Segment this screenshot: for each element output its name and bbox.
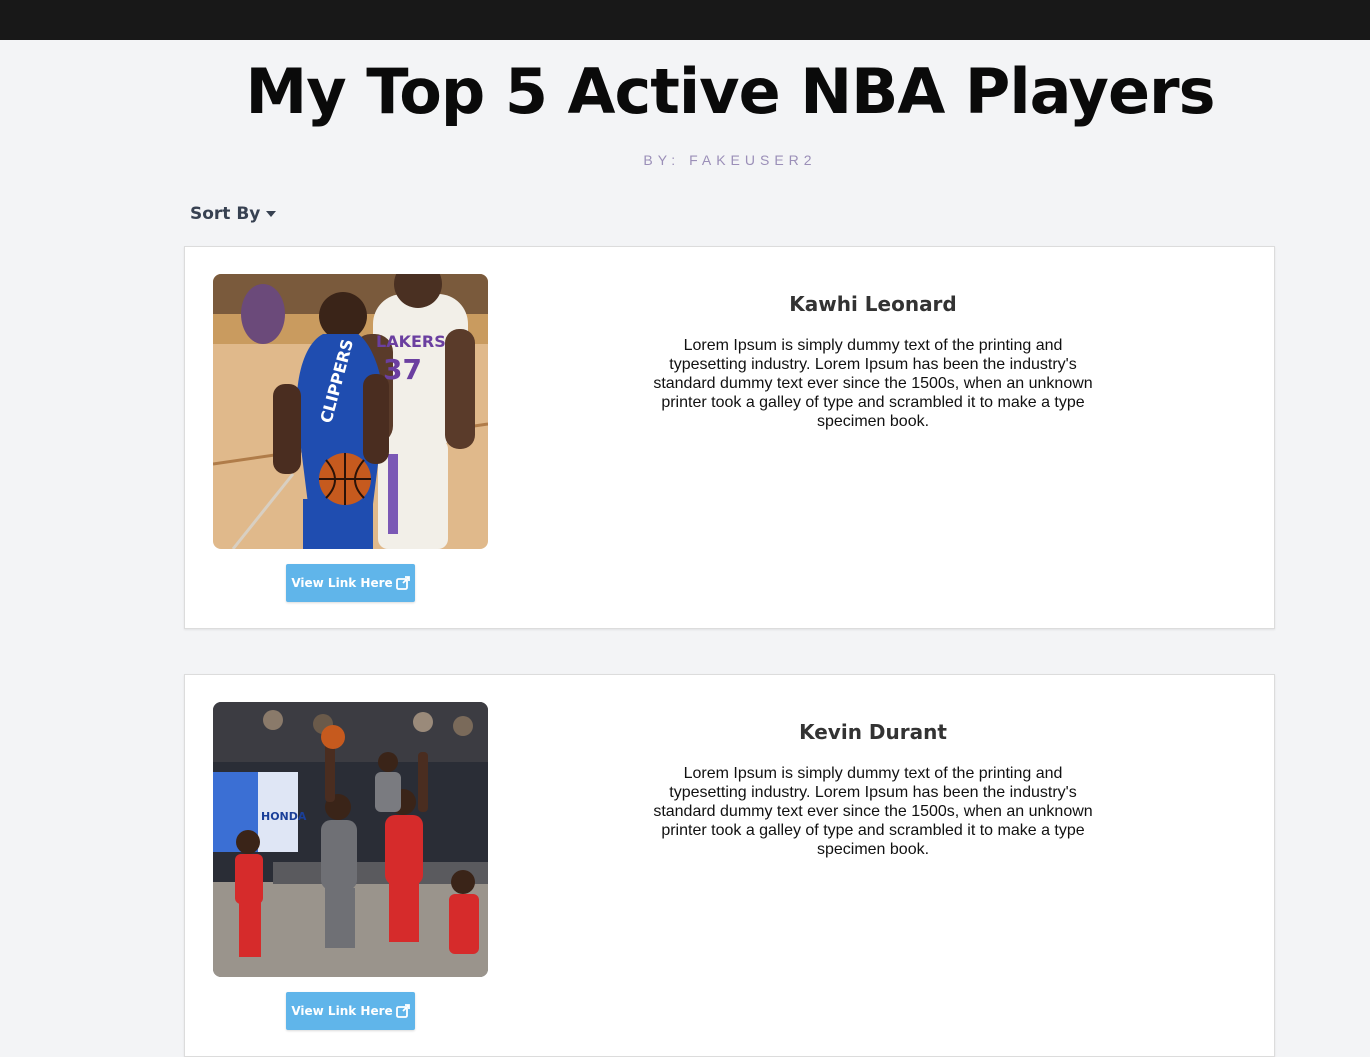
view-link-label: View Link Here xyxy=(291,1004,393,1018)
external-link-icon xyxy=(395,576,410,590)
player-name: Kawhi Leonard xyxy=(789,292,957,316)
player-photo: LAKERS 37 CLIPPERS xyxy=(213,274,488,549)
view-link-button[interactable]: View Link Here xyxy=(286,564,415,602)
caret-down-icon xyxy=(266,211,277,217)
sort-by-label: Sort By xyxy=(190,204,261,224)
sponsor-sign: HONDA xyxy=(261,810,307,823)
jersey-lettering: LAKERS xyxy=(376,332,446,351)
player-card: LAKERS 37 CLIPPERS View Link Here Kawhi … xyxy=(184,246,1275,629)
sort-by-dropdown[interactable]: Sort By xyxy=(190,202,277,226)
player-description: Lorem Ipsum is simply dummy text of the … xyxy=(653,765,1093,858)
top-navbar xyxy=(0,0,1370,40)
player-description: Lorem Ipsum is simply dummy text of the … xyxy=(653,337,1093,430)
view-link-button[interactable]: View Link Here xyxy=(286,992,415,1030)
player-card: HONDA View Link Here Kevin Durant Lorem … xyxy=(184,674,1275,1057)
view-link-label: View Link Here xyxy=(291,576,393,590)
player-photo: HONDA xyxy=(213,702,488,977)
page-title: My Top 5 Active NBA Players xyxy=(245,55,1216,128)
jersey-number: 37 xyxy=(383,353,422,386)
player-name: Kevin Durant xyxy=(799,720,947,744)
external-link-icon xyxy=(395,1004,410,1018)
author-byline: BY: FAKEUSER2 xyxy=(643,152,817,168)
